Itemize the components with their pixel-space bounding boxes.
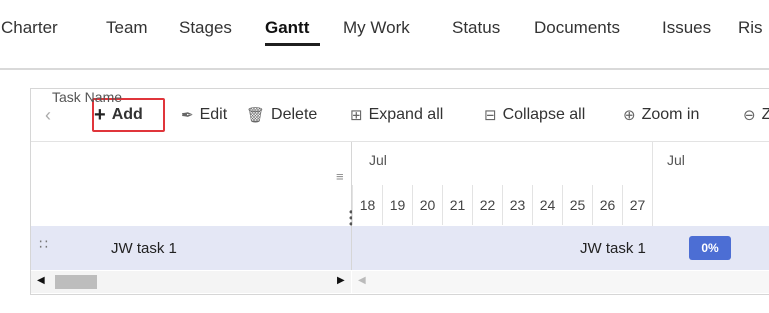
day-cell: 27 — [622, 185, 652, 225]
day-cell: 19 — [382, 185, 412, 225]
tab-risks[interactable]: Ris — [738, 18, 763, 38]
project-tabs: Charter Team Stages Gantt My Work Status… — [0, 0, 769, 58]
nav-divider — [0, 68, 769, 70]
task-name-cell[interactable]: JW task 1 — [111, 240, 177, 257]
day-cell: 26 — [592, 185, 622, 225]
filter-icon[interactable]: ≡ — [336, 169, 344, 184]
tab-documents[interactable]: Documents — [534, 18, 620, 38]
tab-gantt[interactable]: Gantt — [265, 18, 309, 38]
day-cell: 25 — [562, 185, 592, 225]
task-name-column-header[interactable]: Task Name — [52, 89, 122, 105]
tab-team[interactable]: Team — [106, 18, 148, 38]
zoom-out-button[interactable]: ⊖ Z — [743, 89, 769, 141]
task-progress-bar[interactable]: 0% — [689, 236, 731, 260]
day-cell: 24 — [532, 185, 562, 225]
drag-handle-icon[interactable]: ∷ — [39, 236, 48, 253]
edit-button[interactable]: ✒ Edit — [181, 89, 227, 141]
trash-icon: 🗑 — [246, 107, 266, 124]
timeline-horizontal-scrollbar[interactable] — [352, 271, 769, 293]
month-label: Jul — [667, 152, 685, 168]
delete-button[interactable]: 🗑 Delete — [246, 89, 317, 141]
expand-all-label: Expand all — [368, 106, 444, 123]
tab-charter[interactable]: Charter — [1, 18, 58, 38]
zoom-in-button[interactable]: ⊕ Zoom in — [623, 89, 699, 141]
day-cell: 21 — [442, 185, 472, 225]
tab-status[interactable]: Status — [452, 18, 500, 38]
scroll-right-arrow-icon[interactable]: ▶ — [337, 275, 345, 286]
timeline-scroll-left-icon[interactable]: ◀ — [358, 275, 366, 286]
collapse-all-label: Collapse all — [502, 106, 586, 123]
active-tab-indicator — [265, 43, 320, 46]
zoom-out-label: Z — [762, 106, 769, 124]
gantt-toolbar: ‹ + Add ✒ Edit 🗑 Delete ⊞ Expand all ⊟ C… — [31, 89, 769, 142]
delete-label: Delete — [271, 106, 318, 123]
chevron-left-icon[interactable]: ‹ — [45, 89, 51, 141]
scroll-left-arrow-icon[interactable]: ◀ — [37, 275, 45, 286]
tab-stages[interactable]: Stages — [179, 18, 232, 38]
grid-header — [31, 142, 352, 226]
collapse-all-button[interactable]: ⊟ Collapse all — [484, 89, 585, 141]
row-divider — [351, 226, 352, 270]
day-cell: 18 — [352, 185, 382, 225]
collapse-icon: ⊟ — [484, 107, 497, 124]
zoom-in-label: Zoom in — [641, 106, 700, 123]
day-cell: 23 — [502, 185, 532, 225]
expand-all-button[interactable]: ⊞ Expand all — [350, 89, 443, 141]
pencil-icon: ✒ — [181, 107, 194, 124]
zoom-out-icon: ⊖ — [743, 107, 756, 124]
task-bar-label: JW task 1 — [580, 240, 646, 257]
day-cell: 22 — [472, 185, 502, 225]
expand-icon: ⊞ — [350, 107, 363, 124]
zoom-in-icon: ⊕ — [623, 107, 636, 124]
edit-label: Edit — [199, 106, 228, 123]
tab-issues[interactable]: Issues — [662, 18, 711, 38]
scrollbar-thumb[interactable] — [55, 275, 97, 289]
tab-my-work[interactable]: My Work — [343, 18, 410, 38]
month-divider — [652, 142, 653, 226]
month-label: Jul — [369, 152, 387, 168]
day-cell: 20 — [412, 185, 442, 225]
